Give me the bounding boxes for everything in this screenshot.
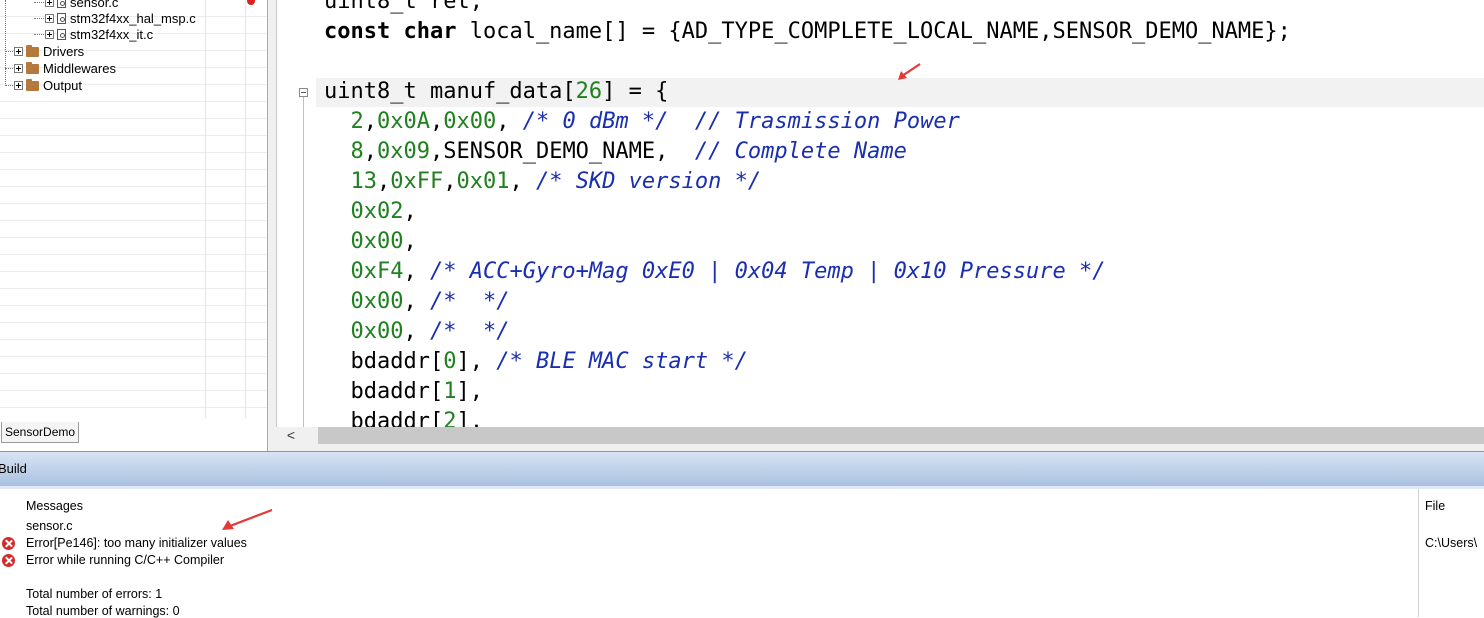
tree-item-label: Middlewares	[43, 61, 116, 76]
message-row[interactable]: Error[Pe146]: too many initializer value…	[26, 536, 247, 550]
splitter[interactable]	[268, 0, 276, 451]
build-panel-titlebar: Build	[0, 451, 1484, 486]
column-header-messages[interactable]: Messages	[26, 499, 83, 513]
folder-icon	[26, 78, 39, 91]
tree-item-label: stm32f4xx_hal_msp.c	[70, 11, 196, 26]
tree-connector	[34, 18, 44, 19]
tree-connector	[5, 68, 13, 69]
column-divider[interactable]	[1418, 489, 1419, 617]
expand-icon[interactable]	[45, 0, 54, 7]
summary-errors: Total number of errors: 1	[26, 587, 163, 601]
editor-gutter	[276, 0, 316, 427]
tree-item-drivers[interactable]: Drivers	[5, 43, 84, 60]
tree-item-label: sensor.c	[70, 0, 119, 10]
column-header-file[interactable]: File	[1425, 499, 1445, 513]
expand-icon[interactable]	[14, 81, 23, 90]
expand-icon[interactable]	[45, 30, 54, 39]
tree-connector	[5, 51, 13, 52]
build-panel-title: Build	[0, 461, 27, 476]
code-line: const char local_name[] = {AD_TYPE_COMPL…	[324, 19, 1291, 44]
tree-item-output[interactable]: Output	[5, 77, 82, 94]
horizontal-scrollbar[interactable]: <	[276, 427, 1484, 444]
tree-connector	[5, 85, 13, 86]
code-line: 2,0x0A,0x00, /* 0 dBm */ // Trasmission …	[350, 109, 960, 134]
code-line: 8,0x09,SENSOR_DEMO_NAME, // Complete Nam…	[350, 139, 907, 164]
folder-icon	[26, 61, 39, 74]
expand-icon[interactable]	[45, 14, 54, 23]
expand-icon[interactable]	[14, 47, 23, 56]
code-line: uint8_t ret;	[324, 0, 483, 14]
folder-icon	[26, 44, 39, 57]
c-file-icon	[57, 13, 66, 24]
expand-icon[interactable]	[14, 64, 23, 73]
tab-sensordemo[interactable]: SensorDemo	[1, 422, 80, 443]
code-line: 13,0xFF,0x01, /* SKD version */	[350, 169, 762, 194]
tree-item-label: Output	[43, 78, 83, 93]
error-icon	[2, 554, 15, 567]
message-file-path: C:\Users\	[1425, 536, 1478, 550]
code-line: 0x00,	[350, 229, 417, 254]
message-row[interactable]: sensor.c	[26, 519, 73, 533]
code-line: 0x02,	[350, 199, 417, 224]
scrollbar-thumb[interactable]	[318, 427, 1484, 444]
tree-column-divider	[245, 0, 246, 418]
code-line: 0x00, /* */	[350, 319, 510, 344]
tree-item-label: stm32f4xx_it.c	[70, 27, 154, 42]
message-row[interactable]: Error while running C/C++ Compiler	[26, 553, 224, 567]
code-line: bdaddr[0], /* BLE MAC start */	[350, 349, 748, 374]
annotation-arrow-icon	[898, 63, 921, 80]
editor-frame	[276, 444, 1484, 451]
scroll-left-arrow-icon[interactable]: <	[281, 427, 301, 444]
tree-item-stm32f4xx-hal-msp-c[interactable]: stm32f4xx_hal_msp.c	[34, 10, 196, 27]
tree-connector	[34, 2, 44, 3]
tree-item-label: Drivers	[43, 44, 85, 59]
code-line: 0x00, /* */	[350, 289, 510, 314]
build-messages-panel: Messages File sensor.c Error[Pe146]: too…	[0, 486, 1484, 618]
fold-guide-line	[303, 97, 304, 427]
collapse-icon[interactable]	[299, 88, 308, 97]
annotation-arrow-icon	[222, 508, 273, 530]
tree-column-divider	[205, 0, 206, 418]
summary-warnings: Total number of warnings: 0	[26, 604, 180, 618]
tree-connector	[34, 34, 44, 35]
breakpoint-indicator-icon	[247, 0, 255, 5]
workspace-tab-bar: SensorDemo	[0, 418, 268, 451]
code-line: 0xF4, /* ACC+Gyro+Mag 0xE0 | 0x04 Temp |…	[350, 259, 1106, 284]
code-editor[interactable]: uint8_t ret; const char local_name[] = {…	[276, 0, 1484, 451]
tree-item-middlewares[interactable]: Middlewares	[5, 60, 116, 77]
workspace-tree: sensor.c stm32f4xx_hal_msp.c stm32f4xx_i…	[0, 0, 268, 418]
code-line: uint8_t manuf_data[26] = {	[324, 79, 669, 104]
error-icon	[2, 537, 15, 550]
c-file-icon	[57, 29, 66, 40]
c-file-icon	[57, 0, 66, 8]
code-line: bdaddr[1],	[350, 379, 483, 404]
tree-item-stm32f4xx-it-c[interactable]: stm32f4xx_it.c	[34, 26, 153, 43]
